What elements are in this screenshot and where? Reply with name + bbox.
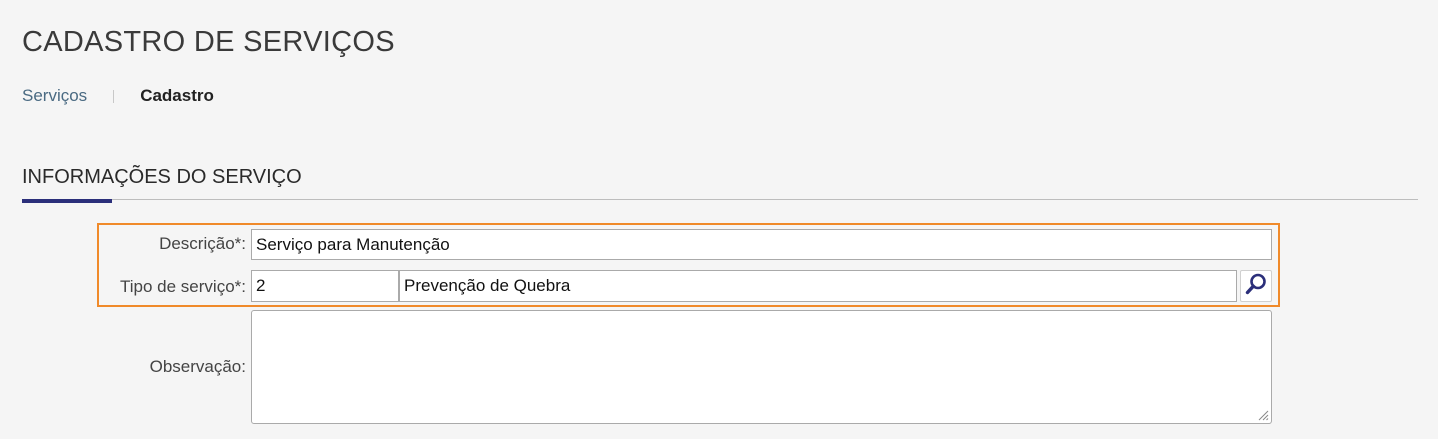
page: CADASTRO DE SERVIÇOS Serviços Cadastro I… [0, 0, 1438, 439]
section-accent-bar [22, 199, 112, 203]
breadcrumb-link-servicos[interactable]: Serviços [22, 86, 87, 106]
magnifier-icon [1244, 272, 1268, 301]
tipo-servico-code-input[interactable] [251, 270, 399, 302]
resize-grip-icon[interactable] [1256, 408, 1269, 421]
tipo-servico-search-button[interactable] [1240, 270, 1272, 302]
observacao-textarea[interactable] [251, 310, 1272, 424]
breadcrumb: Serviços Cadastro [22, 86, 214, 106]
descricao-input[interactable] [251, 229, 1272, 260]
breadcrumb-current: Cadastro [140, 86, 214, 105]
tipo-servico-description-input[interactable] [399, 270, 1237, 302]
descricao-label: Descrição*: [159, 234, 246, 253]
tipo-servico-label: Tipo de serviço*: [120, 277, 246, 296]
page-title: CADASTRO DE SERVIÇOS [22, 26, 395, 58]
section-title: INFORMAÇÕES DO SERVIÇO [22, 166, 302, 188]
breadcrumb-separator [113, 89, 115, 103]
observacao-label: Observação: [149, 357, 246, 376]
section-divider [22, 199, 1418, 200]
